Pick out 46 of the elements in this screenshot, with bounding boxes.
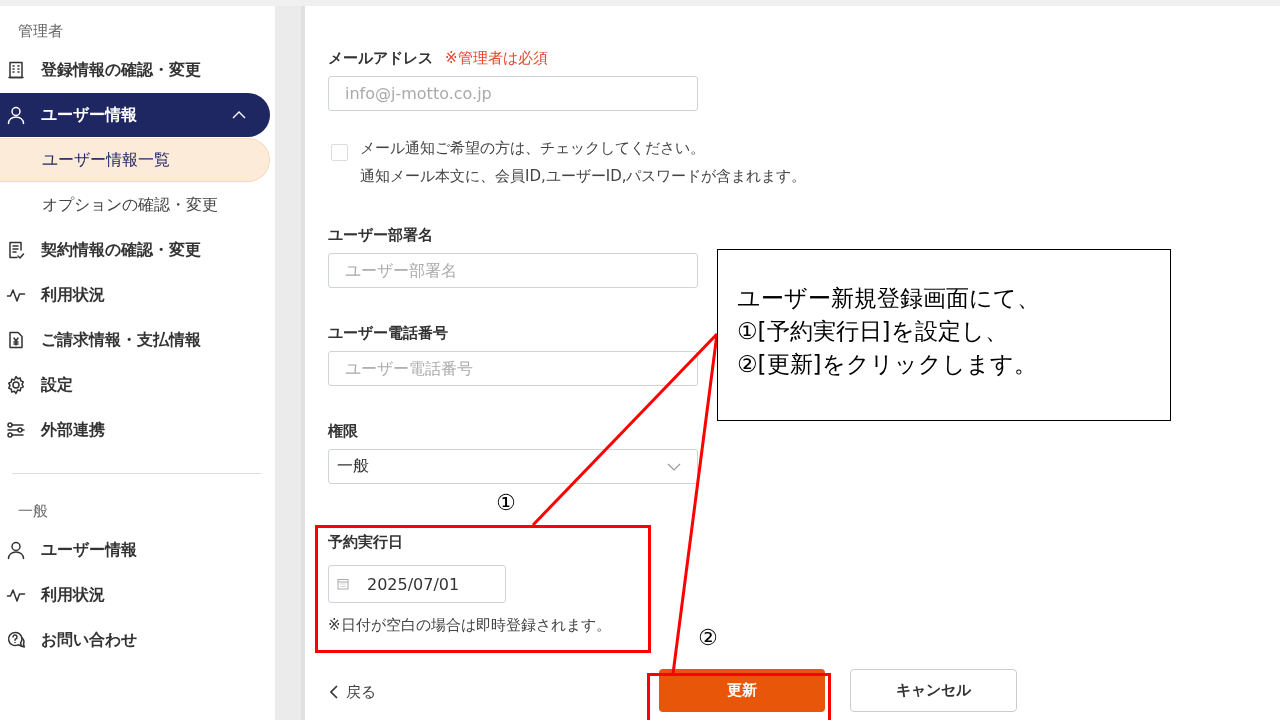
- input-field[interactable]: ユーザー部署名: [328, 253, 698, 288]
- date-field[interactable]: 2025/07/01: [328, 565, 506, 603]
- checkbox-label: メール通知ご希望の方は、チェックしてください。 通知メール本文に、会員ID,ユーザーID,パスワードが含まれます。: [360, 138, 807, 187]
- document-icon: [6, 240, 26, 260]
- input-field[interactable]: ユーザー電話番号: [328, 351, 698, 386]
- step-number: ①: [496, 490, 516, 516]
- sidebar-item[interactable]: ユーザー情報: [0, 93, 270, 137]
- sidebar-item[interactable]: 外部連携: [0, 408, 270, 452]
- sidebar-item[interactable]: 登録情報の確認・変更: [0, 48, 270, 92]
- invoice-icon: [6, 330, 26, 350]
- cancel-button[interactable]: キャンセル: [850, 668, 1017, 712]
- required-note: ※管理者は必須: [445, 48, 548, 68]
- update-button[interactable]: 更新: [659, 668, 825, 712]
- hint-text: ※日付が空白の場合は即時登録されます。: [328, 615, 612, 636]
- person-icon: [6, 540, 26, 560]
- step-number: ②: [698, 625, 718, 651]
- sidebar-item[interactable]: ユーザー情報: [0, 528, 270, 572]
- question-bubble-icon: [6, 630, 26, 650]
- input-field[interactable]: info@j-motto.co.jp: [328, 76, 698, 111]
- chevron-left-icon: [330, 685, 338, 699]
- sidebar-item[interactable]: ご請求情報・支払情報: [0, 318, 270, 362]
- back-link[interactable]: 戻る: [328, 678, 659, 702]
- chevron-down-icon: [667, 462, 681, 471]
- callout-text: ユーザー新規登録画面にて、 ①[予約実行日]を設定し、 ②[更新]をクリックします。: [737, 284, 1041, 379]
- field-label: 予約実行日: [328, 532, 403, 552]
- select-field[interactable]: 一般: [328, 449, 698, 484]
- sliders-icon: [6, 420, 26, 440]
- field-label: ユーザー電話番号: [328, 323, 448, 343]
- chevron-up-icon: [232, 111, 246, 119]
- sidebar-item[interactable]: 設定: [0, 363, 270, 407]
- building-icon: [6, 60, 26, 80]
- person-icon: [6, 105, 26, 125]
- sidebar-item[interactable]: 利用状況: [0, 573, 270, 617]
- sidebar-item[interactable]: お問い合わせ: [0, 618, 270, 662]
- sidebar-subitem[interactable]: オプションの確認・変更: [0, 183, 270, 227]
- sidebar-item[interactable]: 利用状況: [0, 273, 270, 317]
- calendar-icon: [337, 578, 349, 590]
- field-label: ユーザー部署名: [328, 225, 433, 245]
- section-heading: 管理者: [17, 21, 64, 42]
- section-heading: 一般: [17, 501, 49, 522]
- field-label: 権限: [328, 421, 358, 441]
- checkbox[interactable]: [331, 144, 348, 161]
- field-label: メールアドレス: [328, 48, 433, 68]
- sidebar-subitem[interactable]: ユーザー情報一覧: [0, 138, 270, 182]
- sidebar-item[interactable]: 契約情報の確認・変更: [0, 228, 270, 272]
- gear-icon: [6, 375, 26, 395]
